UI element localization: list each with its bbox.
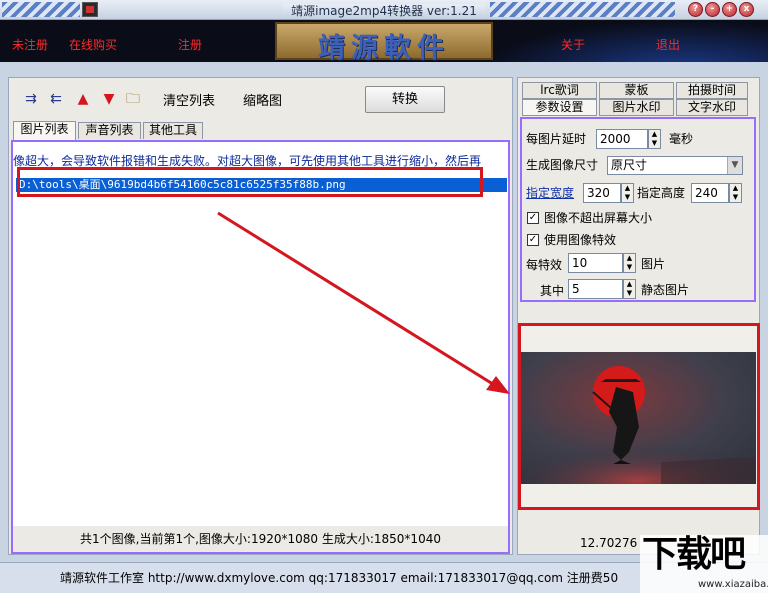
delay-input[interactable]: 2000 [596, 129, 648, 149]
exit-link[interactable]: 退出 [656, 36, 680, 53]
status-line: 共1个图像,当前第1个,图像大小:1920*1080 生成大小:1850*104… [13, 526, 508, 552]
among-label: 其中 [540, 284, 565, 298]
tab-image-list[interactable]: 图片列表 [13, 121, 76, 140]
maximize-button[interactable]: + [722, 2, 737, 17]
move-down-icon[interactable]: ▼ [101, 90, 117, 108]
title-bar: 靖源image2mp4转换器 ver:1.21 ? - + x [0, 0, 768, 20]
among-spinner[interactable]: ▲ ▼ [623, 279, 636, 299]
footer-text: 靖源软件工作室 http://www.dxmylove.com qq:17183… [60, 571, 619, 585]
size-select[interactable]: 原尺寸 ▼ [607, 156, 743, 175]
image-list[interactable] [11, 140, 510, 554]
about-link[interactable]: 关于 [561, 36, 585, 53]
tab-mask[interactable]: 蒙板 [599, 82, 674, 99]
per-effect-spinner[interactable]: ▲ ▼ [623, 253, 636, 273]
watermark-url: www.xiazaiba.com [698, 579, 768, 590]
help-button[interactable]: ? [688, 2, 703, 17]
close-button[interactable]: x [739, 2, 754, 17]
chevron-down-icon[interactable]: ▼ [727, 157, 742, 174]
width-link[interactable]: 指定宽度 [526, 184, 574, 202]
height-input[interactable]: 240 [691, 183, 729, 203]
annotation-box [17, 167, 483, 197]
unregistered-link[interactable]: 未注册 [12, 36, 48, 53]
warning-text: 像超大，会导致软件报错和生成失败。对超大图像，可先使用其他工具进行缩小，然后再 [13, 154, 482, 168]
banner-background [480, 20, 768, 62]
banner: 未注册 在线购买 注册 靖源軟件 关于 退出 [0, 20, 768, 62]
width-spinner[interactable]: ▲ ▼ [621, 183, 634, 203]
clear-list-button[interactable]: 清空列表 [163, 90, 215, 109]
tab-text-watermark[interactable]: 文字水印 [676, 99, 748, 116]
fit-screen-checkbox[interactable]: ✓ [527, 212, 539, 224]
remove-files-icon[interactable]: ⇇ [48, 90, 64, 108]
tab-sound-list[interactable]: 声音列表 [78, 122, 141, 139]
thumbnail-button[interactable]: 缩略图 [243, 90, 282, 109]
add-files-icon[interactable]: ⇉ [23, 90, 39, 108]
register-link[interactable]: 注册 [178, 36, 202, 53]
tab-lrc-lyrics[interactable]: lrc歌词 [522, 82, 597, 99]
preview-image [521, 352, 756, 484]
tab-capture-time[interactable]: 拍摄时间 [676, 82, 748, 99]
among-input[interactable]: 5 [568, 279, 623, 299]
tab-other-tools[interactable]: 其他工具 [143, 122, 203, 139]
tab-parameters[interactable]: 参数设置 [522, 99, 597, 116]
size-label: 生成图像尺寸 [526, 158, 599, 172]
delay-spinner[interactable]: ▲ ▼ [648, 129, 661, 149]
delay-unit: 毫秒 [669, 132, 694, 146]
window-title: 靖源image2mp4转换器 ver:1.21 [283, 4, 485, 18]
brand-logo: 靖源軟件 [275, 22, 493, 62]
height-label: 指定高度 [637, 186, 686, 200]
use-effects-label: 使用图像特效 [544, 233, 617, 247]
delay-label: 每图片延时 [526, 132, 587, 146]
site-watermark: 下载吧 www.xiazaiba.com [640, 535, 768, 593]
time-readout: 12.70276 [580, 536, 638, 550]
per-effect-input[interactable]: 10 [568, 253, 623, 273]
among-unit: 静态图片 [641, 283, 690, 297]
width-input[interactable]: 320 [583, 183, 621, 203]
convert-button[interactable]: 转换 [365, 86, 445, 113]
size-select-value: 原尺寸 [611, 158, 648, 172]
move-up-icon[interactable]: ▲ [75, 90, 91, 108]
height-spinner[interactable]: ▲ ▼ [729, 183, 742, 203]
fit-screen-label: 图像不超出屏幕大小 [544, 211, 653, 225]
buy-online-link[interactable]: 在线购买 [69, 36, 117, 53]
use-effects-checkbox[interactable]: ✓ [527, 234, 539, 246]
watermark-logo: 下载吧 [642, 534, 746, 575]
per-effect-label: 每特效 [526, 258, 563, 272]
folder-icon[interactable]: 🗀 [125, 90, 141, 108]
per-effect-unit: 图片 [641, 257, 666, 271]
minimize-button[interactable]: - [705, 2, 720, 17]
tab-image-watermark[interactable]: 图片水印 [599, 99, 674, 116]
